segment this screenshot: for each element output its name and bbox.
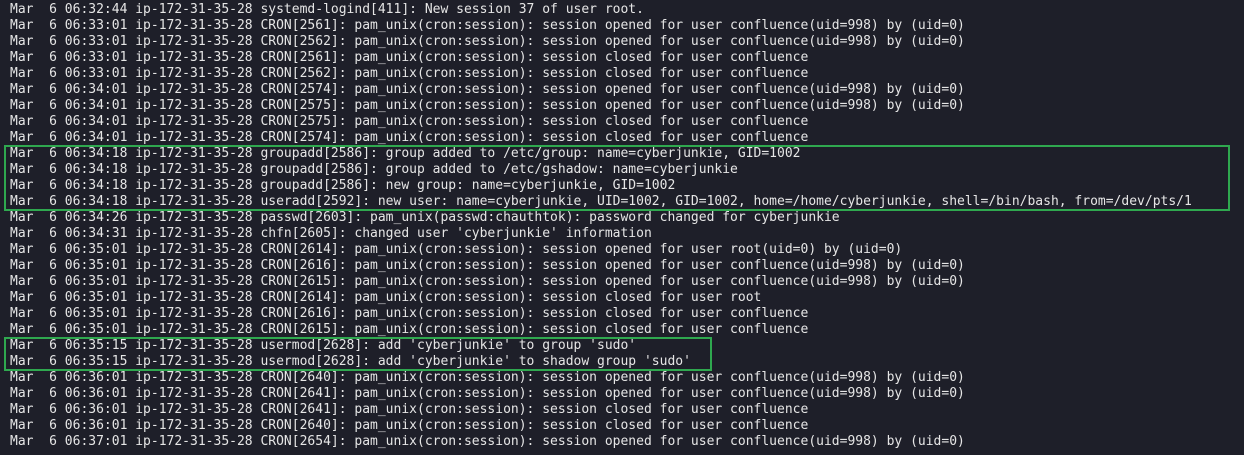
log-line: Mar 6 06:34:01 ip-172-31-35-28 CRON[2574…	[10, 82, 965, 97]
log-line: Mar 6 06:33:01 ip-172-31-35-28 CRON[2562…	[10, 66, 809, 81]
log-line: Mar 6 06:35:15 ip-172-31-35-28 usermod[2…	[10, 354, 691, 369]
log-line: Mar 6 06:35:01 ip-172-31-35-28 CRON[2616…	[10, 306, 809, 321]
log-line: Mar 6 06:36:01 ip-172-31-35-28 CRON[2640…	[10, 418, 809, 433]
log-line: Mar 6 06:33:01 ip-172-31-35-28 CRON[2562…	[10, 34, 965, 49]
terminal-window[interactable]: Mar 6 06:32:44 ip-172-31-35-28 systemd-l…	[0, 0, 1244, 455]
log-line: Mar 6 06:35:01 ip-172-31-35-28 CRON[2614…	[10, 290, 762, 305]
log-line: Mar 6 06:35:01 ip-172-31-35-28 CRON[2615…	[10, 322, 809, 337]
log-line: Mar 6 06:35:01 ip-172-31-35-28 CRON[2614…	[10, 242, 903, 257]
log-line: Mar 6 06:36:01 ip-172-31-35-28 CRON[2641…	[10, 402, 809, 417]
log-line: Mar 6 06:36:01 ip-172-31-35-28 CRON[2641…	[10, 386, 965, 401]
log-line: Mar 6 06:34:01 ip-172-31-35-28 CRON[2574…	[10, 130, 809, 145]
log-line: Mar 6 06:33:01 ip-172-31-35-28 CRON[2561…	[10, 50, 809, 65]
log-line: Mar 6 06:35:15 ip-172-31-35-28 usermod[2…	[10, 338, 637, 353]
log-line: Mar 6 06:35:01 ip-172-31-35-28 CRON[2616…	[10, 258, 965, 273]
log-line: Mar 6 06:34:26 ip-172-31-35-28 passwd[26…	[10, 210, 840, 225]
log-output: Mar 6 06:32:44 ip-172-31-35-28 systemd-l…	[10, 2, 1192, 450]
log-line: Mar 6 06:34:18 ip-172-31-35-28 groupadd[…	[10, 162, 738, 177]
log-line: Mar 6 06:34:01 ip-172-31-35-28 CRON[2575…	[10, 114, 809, 129]
log-line: Mar 6 06:34:31 ip-172-31-35-28 chfn[2605…	[10, 226, 652, 241]
log-line: Mar 6 06:35:01 ip-172-31-35-28 CRON[2615…	[10, 274, 965, 289]
log-line: Mar 6 06:34:18 ip-172-31-35-28 groupadd[…	[10, 146, 801, 161]
log-line: Mar 6 06:37:01 ip-172-31-35-28 CRON[2654…	[10, 434, 965, 449]
log-line: Mar 6 06:34:01 ip-172-31-35-28 CRON[2575…	[10, 98, 965, 113]
log-line: Mar 6 06:34:18 ip-172-31-35-28 groupadd[…	[10, 178, 676, 193]
log-line: Mar 6 06:34:18 ip-172-31-35-28 useradd[2…	[10, 194, 1192, 209]
log-line: Mar 6 06:36:01 ip-172-31-35-28 CRON[2640…	[10, 370, 965, 385]
log-line: Mar 6 06:33:01 ip-172-31-35-28 CRON[2561…	[10, 18, 965, 33]
log-line: Mar 6 06:32:44 ip-172-31-35-28 systemd-l…	[10, 2, 644, 17]
